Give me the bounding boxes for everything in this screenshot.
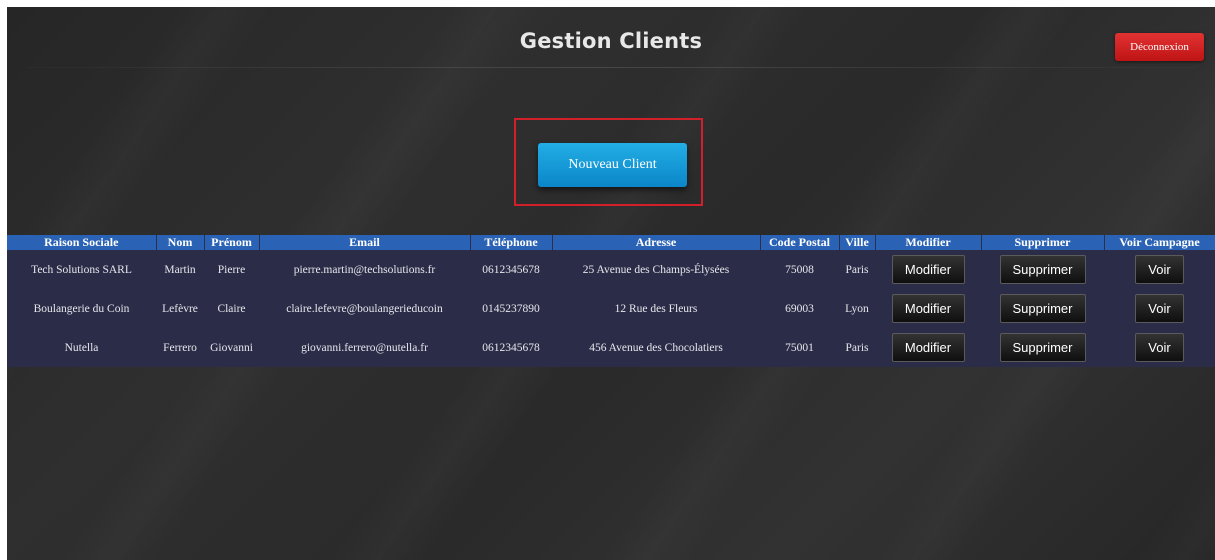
cell-modifier: Modifier [875, 328, 981, 367]
cell-raison-sociale: Tech Solutions SARL [7, 250, 156, 289]
page-title: Gestion Clients [519, 29, 703, 53]
cell-modifier: Modifier [875, 250, 981, 289]
cell-code-postal: 75001 [760, 328, 839, 367]
table-header-row: Raison Sociale Nom Prénom Email Téléphon… [7, 235, 1215, 250]
cell-email: claire.lefevre@boulangerieducoin [259, 289, 470, 328]
view-campaign-button[interactable]: Voir [1135, 294, 1184, 323]
modify-button[interactable]: Modifier [891, 294, 965, 323]
cell-prenom: Giovanni [204, 328, 259, 367]
delete-button[interactable]: Supprimer [999, 294, 1086, 323]
column-header: Prénom [204, 235, 260, 250]
cell-voir: Voir [1104, 289, 1215, 328]
cell-code-postal: 69003 [760, 289, 839, 328]
modify-button[interactable]: Modifier [891, 333, 965, 362]
column-header: Voir Campagne [1104, 235, 1215, 250]
cell-nom: Ferrero [156, 328, 204, 367]
header: Gestion Clients Déconnexion [7, 7, 1215, 69]
column-header: Modifier [875, 235, 982, 250]
view-campaign-button[interactable]: Voir [1135, 255, 1184, 284]
new-client-button[interactable]: Nouveau Client [538, 143, 687, 187]
cell-voir: Voir [1104, 250, 1215, 289]
cell-adresse: 456 Avenue des Chocolatiers [552, 328, 760, 367]
modify-button[interactable]: Modifier [891, 255, 965, 284]
cell-nom: Martin [156, 250, 204, 289]
cell-telephone: 0145237890 [470, 289, 552, 328]
cell-modifier: Modifier [875, 289, 981, 328]
app-window: Gestion Clients Déconnexion Nouveau Clie… [7, 7, 1215, 560]
table-row: Nutella Ferrero Giovanni giovanni.ferrer… [7, 328, 1215, 367]
cell-ville: Paris [839, 250, 875, 289]
cell-nom: Lefèvre [156, 289, 204, 328]
cell-code-postal: 75008 [760, 250, 839, 289]
cell-raison-sociale: Boulangerie du Coin [7, 289, 156, 328]
cell-telephone: 0612345678 [470, 328, 552, 367]
cell-prenom: Pierre [204, 250, 259, 289]
delete-button[interactable]: Supprimer [999, 255, 1086, 284]
table-row: Boulangerie du Coin Lefèvre Claire clair… [7, 289, 1215, 328]
cell-prenom: Claire [204, 289, 259, 328]
column-header: Raison Sociale [7, 235, 157, 250]
column-header: Téléphone [470, 235, 553, 250]
cell-supprimer: Supprimer [981, 328, 1104, 367]
cell-supprimer: Supprimer [981, 250, 1104, 289]
cell-email: pierre.martin@techsolutions.fr [259, 250, 470, 289]
column-header: Adresse [552, 235, 761, 250]
column-header: Ville [839, 235, 876, 250]
logout-button[interactable]: Déconnexion [1115, 33, 1204, 61]
clients-table: Raison Sociale Nom Prénom Email Téléphon… [7, 235, 1215, 367]
cell-adresse: 25 Avenue des Champs-Élysées [552, 250, 760, 289]
cell-voir: Voir [1104, 328, 1215, 367]
cell-email: giovanni.ferrero@nutella.fr [259, 328, 470, 367]
view-campaign-button[interactable]: Voir [1135, 333, 1184, 362]
delete-button[interactable]: Supprimer [999, 333, 1086, 362]
column-header: Email [259, 235, 471, 250]
cell-adresse: 12 Rue des Fleurs [552, 289, 760, 328]
column-header: Code Postal [760, 235, 840, 250]
header-divider [27, 67, 1197, 68]
cell-ville: Lyon [839, 289, 875, 328]
cell-raison-sociale: Nutella [7, 328, 156, 367]
cell-supprimer: Supprimer [981, 289, 1104, 328]
cell-ville: Paris [839, 328, 875, 367]
column-header: Supprimer [981, 235, 1105, 250]
column-header: Nom [156, 235, 205, 250]
cell-telephone: 0612345678 [470, 250, 552, 289]
table-row: Tech Solutions SARL Martin Pierre pierre… [7, 250, 1215, 289]
